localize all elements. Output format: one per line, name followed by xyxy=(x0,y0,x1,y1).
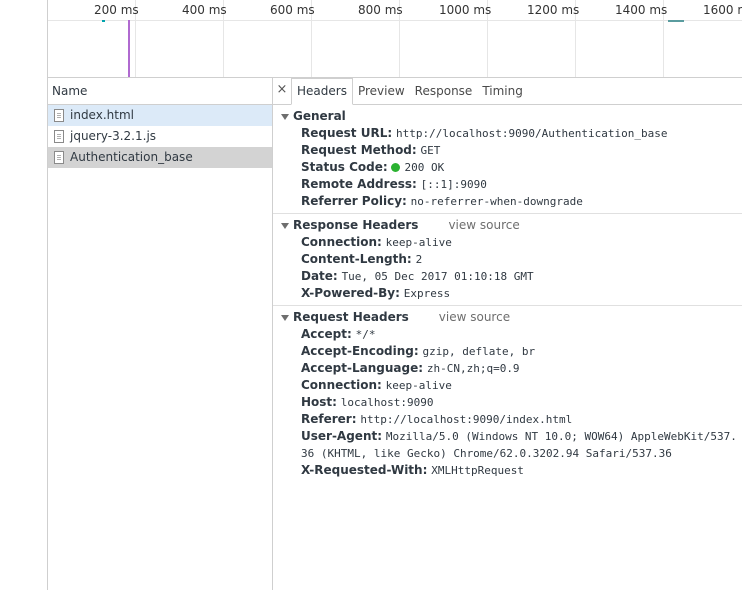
header-key: Request Method: xyxy=(301,143,417,157)
request-name: index.html xyxy=(70,108,134,122)
header-value: localhost:9090 xyxy=(340,396,434,409)
general-section-toggle[interactable]: General xyxy=(273,108,742,125)
response-headers-section: Response Headers view source Connection:… xyxy=(273,214,742,306)
header-key: Accept-Encoding: xyxy=(301,344,419,358)
header-row: Connection: keep-alive xyxy=(273,234,742,251)
header-row: Request Method: GET xyxy=(273,142,742,159)
header-key: Accept-Language: xyxy=(301,361,424,375)
header-key: X-Requested-With: xyxy=(301,463,428,477)
header-value: keep-alive xyxy=(385,236,452,249)
request-row-authentication-base[interactable]: Authentication_base xyxy=(48,147,272,168)
header-key: Request URL: xyxy=(301,126,393,140)
triangle-down-icon xyxy=(281,113,289,120)
header-value: gzip, deflate, br xyxy=(422,345,536,358)
timeline-tick-label: 1200 ms xyxy=(527,3,580,17)
header-value: Express xyxy=(403,287,451,300)
header-row: X-Powered-By: Express xyxy=(273,285,742,302)
request-row-index-html[interactable]: index.html xyxy=(48,105,272,126)
header-key: Accept: xyxy=(301,327,352,341)
header-key: Referrer Policy: xyxy=(301,194,407,208)
triangle-down-icon xyxy=(281,222,289,229)
header-value: 200 OK xyxy=(404,161,445,174)
timeline-cursor-marker xyxy=(128,20,130,77)
tab-headers[interactable]: Headers xyxy=(291,78,353,105)
header-value: [::1]:9090 xyxy=(420,178,487,191)
timeline-tick-label: 200 ms xyxy=(94,3,139,17)
header-row: Accept: */* xyxy=(273,326,742,343)
header-row: Accept-Encoding: gzip, deflate, br xyxy=(273,343,742,360)
request-name: jquery-3.2.1.js xyxy=(70,129,157,143)
timeline-axis-line xyxy=(48,20,742,21)
header-row: Date: Tue, 05 Dec 2017 01:10:18 GMT xyxy=(273,268,742,285)
header-row: Connection: keep-alive xyxy=(273,377,742,394)
document-icon xyxy=(54,151,64,164)
header-key: Connection: xyxy=(301,235,382,249)
header-row: Referrer Policy: no-referrer-when-downgr… xyxy=(273,193,742,210)
tab-response[interactable]: Response xyxy=(410,79,478,104)
timeline-tick-label: 600 ms xyxy=(270,3,315,17)
header-row: Content-Length: 2 xyxy=(273,251,742,268)
request-headers-toggle[interactable]: Request Headers view source xyxy=(273,309,742,326)
request-name: Authentication_base xyxy=(70,150,193,164)
header-row: Remote Address: [::1]:9090 xyxy=(273,176,742,193)
close-icon[interactable]: × xyxy=(273,78,291,104)
timeline-request-bar xyxy=(668,20,684,22)
timeline-tick-label: 1400 ms xyxy=(615,3,668,17)
view-source-link[interactable]: view source xyxy=(448,217,519,234)
header-value: GET xyxy=(420,144,441,157)
request-list: Name index.html jquery-3.2.1.js Authenti… xyxy=(48,78,273,590)
header-row: Referer: http://localhost:9090/index.htm… xyxy=(273,411,742,428)
header-value: */* xyxy=(355,328,376,341)
timeline-tick-label: 1000 ms xyxy=(439,3,492,17)
tab-preview[interactable]: Preview xyxy=(353,79,410,104)
header-row: Request URL: http://localhost:9090/Authe… xyxy=(273,125,742,142)
timeline-tick-label: 800 ms xyxy=(358,3,403,17)
header-key: Remote Address: xyxy=(301,177,417,191)
response-headers-toggle[interactable]: Response Headers view source xyxy=(273,217,742,234)
header-value: XMLHttpRequest xyxy=(431,464,524,477)
header-value: Tue, 05 Dec 2017 01:10:18 GMT xyxy=(341,270,534,283)
header-row: X-Requested-With: XMLHttpRequest xyxy=(273,462,742,479)
section-title: Response Headers xyxy=(293,218,419,232)
tab-timing[interactable]: Timing xyxy=(477,79,528,104)
header-value: zh-CN,zh;q=0.9 xyxy=(426,362,520,375)
header-key: Connection: xyxy=(301,378,382,392)
section-title: Request Headers xyxy=(293,310,409,324)
status-ok-icon xyxy=(391,163,401,172)
triangle-down-icon xyxy=(281,314,289,321)
document-icon xyxy=(54,109,64,122)
header-row: User-Agent: Mozilla/5.0 (Windows NT 10.0… xyxy=(273,428,742,462)
header-row: Accept-Language: zh-CN,zh;q=0.9 xyxy=(273,360,742,377)
header-row: Status Code: 200 OK xyxy=(273,159,742,176)
header-key: Content-Length: xyxy=(301,252,412,266)
section-title: General xyxy=(293,109,346,123)
view-source-link[interactable]: view source xyxy=(439,309,510,326)
request-details-pane: × Headers Preview Response Timing Genera… xyxy=(273,78,742,590)
timeline-overview[interactable]: 200 ms 400 ms 600 ms 800 ms 1000 ms 1200… xyxy=(48,0,742,78)
header-key: Referer: xyxy=(301,412,357,426)
header-key: Status Code: xyxy=(301,160,388,174)
header-key: Host: xyxy=(301,395,337,409)
request-headers-section: Request Headers view source Accept: */* … xyxy=(273,306,742,482)
timeline-tick-label: 1600 n xyxy=(703,3,742,17)
general-section: General Request URL: http://localhost:90… xyxy=(273,105,742,214)
header-value: http://localhost:9090/index.html xyxy=(360,413,573,426)
header-value: no-referrer-when-downgrade xyxy=(410,195,583,208)
timeline-request-bar xyxy=(102,20,105,22)
name-column-header[interactable]: Name xyxy=(48,78,272,105)
header-value: 2 xyxy=(415,253,423,266)
header-key: X-Powered-By: xyxy=(301,286,400,300)
timeline-tick-label: 400 ms xyxy=(182,3,227,17)
header-key: Date: xyxy=(301,269,338,283)
header-value: http://localhost:9090/Authentication_bas… xyxy=(395,127,668,140)
header-row: Host: localhost:9090 xyxy=(273,394,742,411)
header-value: keep-alive xyxy=(385,379,452,392)
header-key: User-Agent: xyxy=(301,429,383,443)
details-tab-bar: × Headers Preview Response Timing xyxy=(273,78,742,105)
document-icon xyxy=(54,130,64,143)
request-row-jquery[interactable]: jquery-3.2.1.js xyxy=(48,126,272,147)
